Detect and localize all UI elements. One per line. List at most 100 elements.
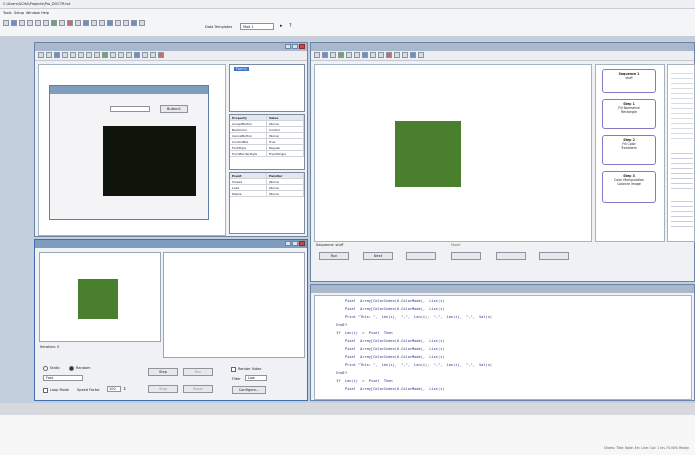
sequence-next-button[interactable]: Next <box>363 252 393 260</box>
button-tool-icon[interactable] <box>54 52 60 58</box>
code-line: Pixel Array[ColorIndex(0.ColorMode), Lis… <box>319 347 445 351</box>
settings-icon[interactable] <box>418 52 424 58</box>
menu-item-help[interactable]: Help <box>41 11 49 15</box>
code-editor[interactable]: Pixel Array[ColorIndex(0.ColorMode), Lis… <box>314 295 692 400</box>
zoom-icon[interactable] <box>99 20 105 26</box>
sequence-disabled-button-3[interactable] <box>496 252 526 260</box>
paste-icon[interactable] <box>43 20 49 26</box>
run-button[interactable]: Run <box>183 368 213 376</box>
event-row[interactable]: Resize (None) <box>230 191 304 197</box>
align-right-icon[interactable] <box>142 52 148 58</box>
minimize-button[interactable] <box>285 241 291 246</box>
run-icon[interactable] <box>51 20 57 26</box>
speed-factor-field[interactable]: 100 <box>107 386 121 392</box>
copy-icon[interactable] <box>35 20 41 26</box>
template-combo[interactable]: Mod 1 <box>240 23 274 30</box>
static-radio-label: Static <box>50 366 61 370</box>
same-size-icon[interactable] <box>150 52 156 58</box>
color-icon[interactable] <box>354 52 360 58</box>
minimize-button[interactable] <box>285 44 291 49</box>
flow-node-step-2[interactable]: Step 2 Fill Color Transform <box>602 135 656 165</box>
zoom-out-icon[interactable] <box>402 52 408 58</box>
speed-spinner-icon[interactable]: ⇕ <box>123 386 126 391</box>
side-tree <box>667 64 695 242</box>
reset-button[interactable]: Reset <box>183 385 213 393</box>
form-button[interactable]: Button1 <box>160 105 188 113</box>
menu-item-window[interactable]: Window <box>26 11 40 15</box>
stop-button[interactable]: Stop <box>148 385 178 393</box>
cut-icon[interactable] <box>27 20 33 26</box>
filter-icon[interactable] <box>362 52 368 58</box>
form-preview[interactable]: Button1 <box>49 85 209 220</box>
debug-icon[interactable] <box>131 20 137 26</box>
sequence-disabled-button-1[interactable] <box>406 252 436 260</box>
sequence-disabled-button-4[interactable] <box>539 252 569 260</box>
image-icon[interactable] <box>338 52 344 58</box>
sequence-run-button[interactable]: Run <box>319 252 349 260</box>
preview-title-bar <box>311 43 694 51</box>
help-icon[interactable] <box>139 20 145 26</box>
step-button[interactable]: Step <box>148 368 178 376</box>
align-left-icon[interactable] <box>134 52 140 58</box>
close-button[interactable] <box>299 241 305 246</box>
align-icon[interactable] <box>91 20 97 26</box>
loop-mode-checkbox[interactable] <box>43 388 48 393</box>
random-radio[interactable] <box>69 366 74 371</box>
grid-icon[interactable] <box>83 20 89 26</box>
toolbar-help-icon[interactable]: ? <box>289 23 292 29</box>
frame-tool-icon[interactable] <box>110 52 116 58</box>
tree-item-form1[interactable]: Form1 <box>234 67 250 71</box>
select-icon[interactable] <box>314 52 320 58</box>
prop-row[interactable]: FormBorderStyle FixedSingle <box>230 151 304 157</box>
combo-tool-icon[interactable] <box>86 52 92 58</box>
textbox-tool-icon[interactable] <box>62 52 68 58</box>
side-tree-block-2 <box>671 197 693 227</box>
scroll-tool-icon[interactable] <box>126 52 132 58</box>
app-title-bar: C:\Users\SCHA\Projects\Pro_DOCTR.txt <box>0 0 695 9</box>
label-tool-icon[interactable] <box>46 52 52 58</box>
open-icon[interactable] <box>11 20 17 26</box>
flow-node-step-1[interactable]: Step 1 Fill Normalize Rectangle <box>602 99 656 129</box>
step-icon[interactable] <box>75 20 81 26</box>
layer-icon[interactable] <box>346 52 352 58</box>
menu-item-setup[interactable]: Setup <box>14 11 24 15</box>
rect-icon[interactable] <box>322 52 328 58</box>
run-green-square <box>78 279 118 319</box>
zoom-in-icon[interactable] <box>394 52 400 58</box>
static-radio[interactable] <box>43 366 48 371</box>
preview-canvas <box>314 64 592 242</box>
flow-node-sequence[interactable]: Sequence 1 stuff <box>602 69 656 93</box>
maximize-button[interactable] <box>292 44 298 49</box>
move-icon[interactable] <box>330 52 336 58</box>
list-tool-icon[interactable] <box>94 52 100 58</box>
filter-combo[interactable]: Low <box>245 375 267 381</box>
stop-icon[interactable] <box>67 20 73 26</box>
data-templates-label: Data Templates <box>205 25 233 29</box>
layout-icon[interactable] <box>115 20 121 26</box>
render-video-checkbox[interactable] <box>231 367 236 372</box>
options-icon[interactable] <box>123 20 129 26</box>
radio-tool-icon[interactable] <box>78 52 84 58</box>
maximize-button[interactable] <box>292 241 298 246</box>
crop-icon[interactable] <box>378 52 384 58</box>
window-icon[interactable] <box>107 20 113 26</box>
new-icon[interactable] <box>3 20 9 26</box>
checkbox-tool-icon[interactable] <box>70 52 76 58</box>
save-icon[interactable] <box>19 20 25 26</box>
sequence-disabled-button-2[interactable] <box>451 252 481 260</box>
pause-icon[interactable] <box>59 20 65 26</box>
menu-item-tools[interactable]: Tools <box>3 11 12 15</box>
toolbar-arrow-icon[interactable]: ▸ <box>280 23 283 29</box>
form-textbox[interactable] <box>110 106 150 112</box>
configure-button[interactable]: Configure... <box>232 386 266 394</box>
pointer-icon[interactable] <box>38 52 44 58</box>
picture-tool-icon[interactable] <box>102 52 108 58</box>
erase-icon[interactable] <box>386 52 392 58</box>
transform-icon[interactable] <box>370 52 376 58</box>
fit-icon[interactable] <box>410 52 416 58</box>
mode-combo[interactable]: Fast <box>43 375 83 381</box>
close-button[interactable] <box>299 44 305 49</box>
flow-node-step-3[interactable]: Step 3 Color Manipulation Colorize image <box>602 171 656 203</box>
timer-tool-icon[interactable] <box>118 52 124 58</box>
delete-icon[interactable] <box>158 52 164 58</box>
